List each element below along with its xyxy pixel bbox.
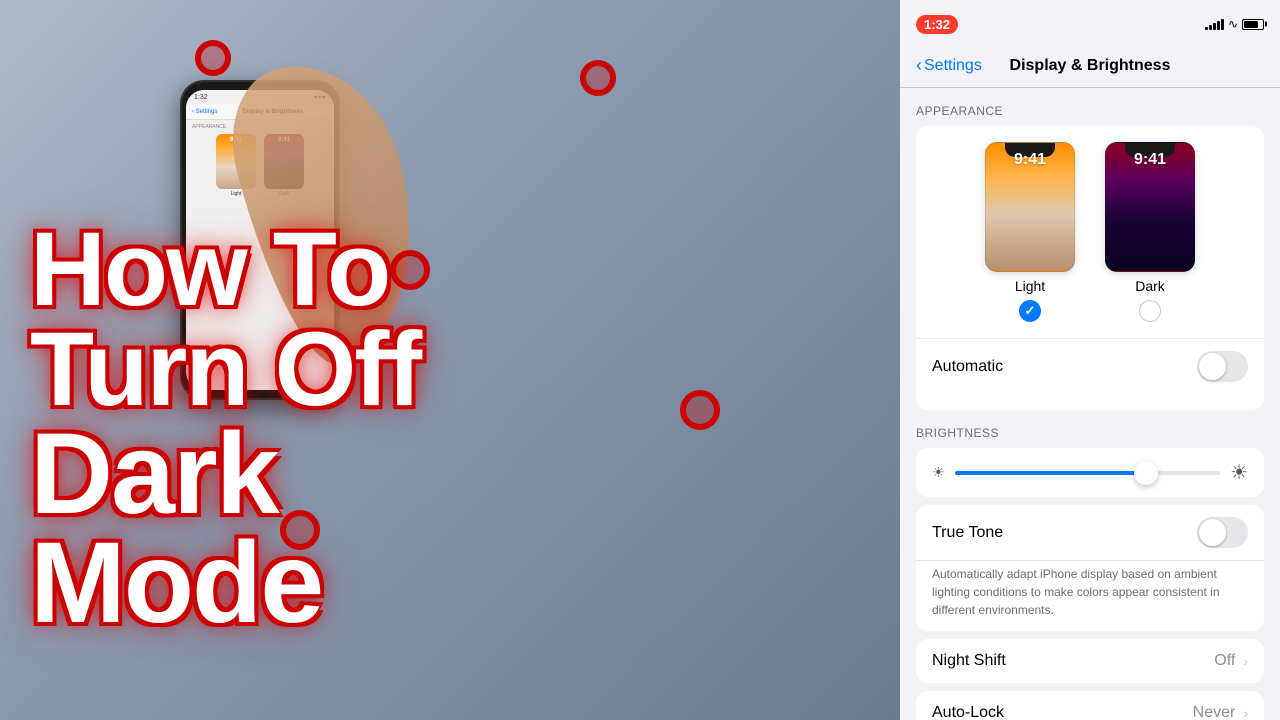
wifi-icon: ∿ [1228, 17, 1238, 31]
status-icons: ∿ [1205, 17, 1264, 31]
brightness-high-icon: ☀ [1230, 460, 1248, 485]
dark-theme-radio[interactable] [1139, 300, 1161, 322]
brightness-row: ☀ ☀ [932, 460, 1248, 485]
brightness-section-header: BRIGHTNESS [900, 410, 1280, 448]
light-theme-time: 9:41 [1014, 151, 1046, 169]
auto-lock-row-container: Auto-Lock Never › [916, 691, 1264, 720]
night-shift-chevron-icon: › [1243, 653, 1248, 669]
brightness-card: ☀ ☀ [916, 448, 1264, 497]
true-tone-row: True Tone [916, 505, 1264, 561]
light-theme-label: Light [1015, 278, 1045, 294]
true-tone-description: Automatically adapt iPhone display based… [932, 563, 1220, 617]
circle-deco-4 [680, 390, 720, 430]
back-chevron-icon: ‹ [916, 55, 922, 76]
big-text-overlay: How To Turn Off Dark Mode [0, 220, 850, 638]
theme-options: 9:41 Light 9:41 Dark [932, 142, 1248, 322]
auto-lock-value-group: Never › [1193, 704, 1248, 720]
ios-status-bar: 1:32 ∿ [900, 0, 1280, 44]
brightness-slider-fill [955, 471, 1146, 475]
night-shift-value: Off [1214, 652, 1235, 670]
dark-theme-time: 9:41 [1134, 151, 1166, 169]
appearance-card: 9:41 Light 9:41 Dark Automatic [916, 126, 1264, 410]
night-shift-row-container: Night Shift Off › [916, 639, 1264, 683]
true-tone-label: True Tone [932, 524, 1003, 542]
auto-lock-label: Auto-Lock [932, 704, 1004, 720]
big-text-line-4: Mode [30, 529, 820, 638]
auto-lock-chevron-icon: › [1243, 705, 1248, 720]
circle-deco-3 [390, 250, 430, 290]
circle-deco-1 [195, 40, 231, 76]
true-tone-toggle[interactable] [1197, 517, 1248, 548]
automatic-label: Automatic [932, 358, 1003, 376]
page-title: Display & Brightness [1010, 57, 1171, 75]
status-time: 1:32 [916, 15, 958, 34]
circle-deco-5 [280, 510, 320, 550]
settings-content: APPEARANCE 9:41 Light 9 [900, 88, 1280, 720]
appearance-section-header: APPEARANCE [900, 88, 1280, 126]
brightness-low-icon: ☀ [932, 464, 945, 481]
back-button[interactable]: ‹ Settings [916, 55, 982, 76]
brightness-slider-thumb[interactable] [1134, 461, 1158, 485]
big-text-line-3: Dark [30, 420, 820, 529]
dark-theme-preview: 9:41 [1105, 142, 1195, 272]
circle-deco-2 [580, 60, 616, 96]
signal-bars-icon [1205, 18, 1224, 30]
ios-nav-bar: ‹ Settings Display & Brightness [900, 44, 1280, 88]
true-tone-description-container: Automatically adapt iPhone display based… [916, 561, 1264, 631]
auto-lock-value: Never [1193, 704, 1236, 720]
night-shift-label: Night Shift [932, 652, 1006, 670]
light-theme-preview: 9:41 [985, 142, 1075, 272]
true-tone-row-container: True Tone Automatically adapt iPhone dis… [916, 505, 1264, 631]
true-tone-toggle-knob [1199, 519, 1226, 546]
back-label[interactable]: Settings [924, 57, 982, 75]
ios-settings-panel: 1:32 ∿ ‹ Settings Display & Brightness A… [900, 0, 1280, 720]
automatic-row: Automatic [916, 338, 1264, 394]
light-theme-radio[interactable] [1019, 300, 1041, 322]
night-shift-value-group: Off › [1214, 652, 1248, 670]
video-thumbnail: 1:32 ●●● ‹ Settings Display & Brightness… [0, 0, 900, 720]
battery-icon [1242, 19, 1264, 30]
auto-lock-row[interactable]: Auto-Lock Never › [916, 691, 1264, 720]
automatic-toggle-knob [1199, 353, 1226, 380]
automatic-toggle[interactable] [1197, 351, 1248, 382]
dark-theme-option[interactable]: 9:41 Dark [1105, 142, 1195, 322]
brightness-slider[interactable] [955, 471, 1221, 475]
dark-theme-label: Dark [1135, 278, 1165, 294]
night-shift-row[interactable]: Night Shift Off › [916, 639, 1264, 683]
light-theme-option[interactable]: 9:41 Light [985, 142, 1075, 322]
